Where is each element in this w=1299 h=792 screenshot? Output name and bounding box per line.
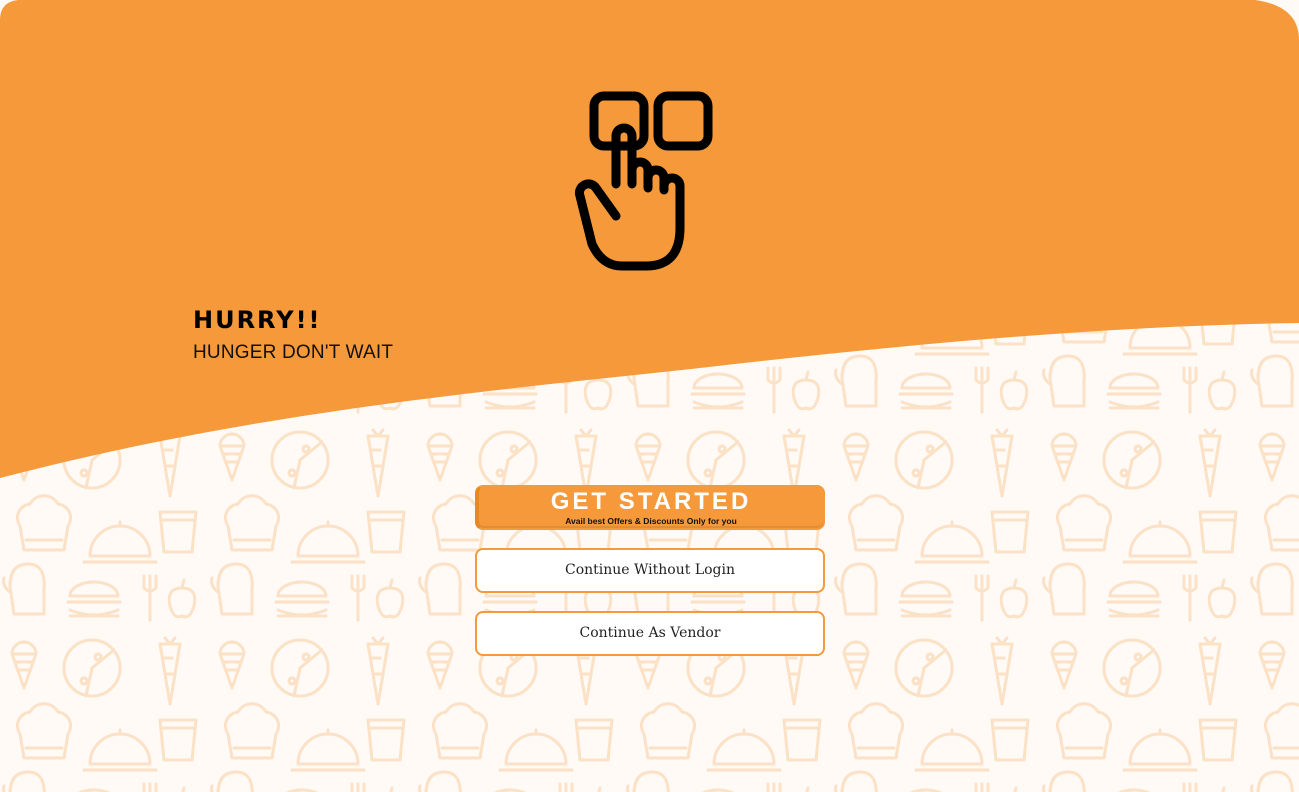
headline: HURRY!!	[193, 306, 322, 334]
get-started-button[interactable]: GET STARTED Avail best Offers & Discount…	[475, 485, 825, 530]
get-started-sublabel: Avail best Offers & Discounts Only for y…	[565, 516, 737, 526]
continue-without-login-button[interactable]: Continue Without Login	[475, 548, 825, 593]
tap-hand-icon	[574, 91, 713, 271]
get-started-label: GET STARTED	[550, 488, 752, 515]
landing-page: HURRY!! HUNGER DON'T WAIT GET STARTED Av…	[0, 0, 1299, 792]
subheadline: HUNGER DON'T WAIT	[193, 342, 394, 363]
continue-as-vendor-button[interactable]: Continue As Vendor	[475, 611, 825, 656]
